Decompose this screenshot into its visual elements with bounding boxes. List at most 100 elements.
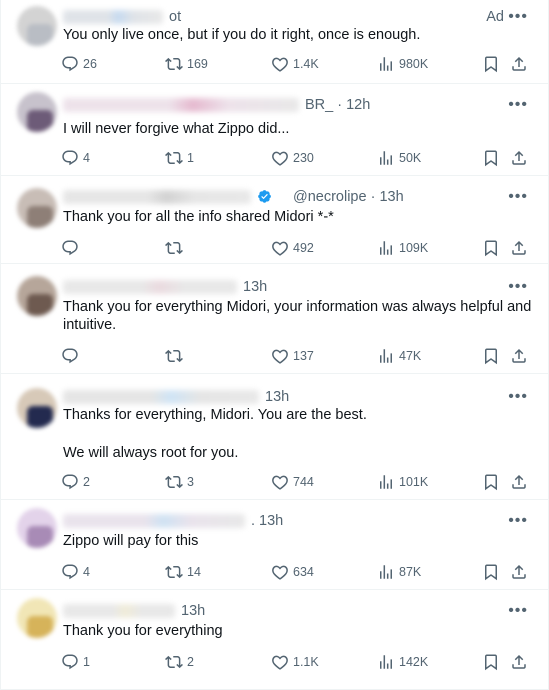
repost-button[interactable] bbox=[165, 238, 187, 258]
like-button[interactable]: 230 bbox=[271, 148, 314, 168]
tweet-handle-and-time[interactable]: 13h bbox=[181, 602, 205, 620]
share-button[interactable] bbox=[510, 652, 528, 672]
share-button[interactable] bbox=[510, 472, 528, 492]
bookmark-button[interactable] bbox=[482, 148, 500, 168]
avatar[interactable] bbox=[17, 92, 57, 132]
reply-button[interactable]: 2 bbox=[61, 472, 90, 492]
repost-count: 169 bbox=[187, 57, 208, 71]
share-button[interactable] bbox=[510, 148, 528, 168]
tweet-handle-and-time[interactable]: BR_ · 12h bbox=[305, 96, 370, 114]
bookmark-icon bbox=[482, 55, 500, 73]
bookmark-button[interactable] bbox=[482, 562, 500, 582]
share-button[interactable] bbox=[510, 346, 528, 366]
redacted-display-name bbox=[63, 98, 299, 112]
reply-button[interactable]: 26 bbox=[61, 54, 97, 74]
tweet-header: 13h bbox=[63, 388, 483, 408]
tweet-card[interactable]: 13h ••• Thank you for everything Midori, y… bbox=[1, 264, 548, 374]
reply-icon bbox=[61, 653, 79, 671]
tweet-handle-and-time[interactable]: @necrolipe · 13h bbox=[293, 188, 404, 206]
share-icon bbox=[510, 473, 528, 491]
avatar[interactable] bbox=[17, 188, 57, 228]
like-button[interactable]: 744 bbox=[271, 472, 314, 492]
bookmark-button[interactable] bbox=[482, 346, 500, 366]
bookmark-button[interactable] bbox=[482, 652, 500, 672]
repost-button[interactable]: 169 bbox=[165, 54, 208, 74]
redacted-display-name bbox=[63, 390, 259, 404]
tweet-card[interactable]: ot Ad ••• You only live once, but if you do… bbox=[1, 0, 548, 84]
reply-button[interactable]: 4 bbox=[61, 148, 90, 168]
views-button[interactable]: 109K bbox=[377, 238, 428, 258]
views-button[interactable]: 47K bbox=[377, 346, 421, 366]
reply-button[interactable]: 4 bbox=[61, 562, 90, 582]
like-button[interactable]: 137 bbox=[271, 346, 314, 366]
tweet-actions: 2 3 744 101K bbox=[61, 472, 536, 492]
tweet-handle-and-time[interactable]: 13h bbox=[265, 388, 289, 406]
timeline-feed[interactable]: ot Ad ••• You only live once, but if you do… bbox=[0, 0, 549, 690]
tweet-handle-and-time[interactable]: . 13h bbox=[251, 512, 283, 530]
views-button[interactable]: 980K bbox=[377, 54, 428, 74]
bookmark-button[interactable] bbox=[482, 472, 500, 492]
more-options-icon[interactable]: ••• bbox=[508, 603, 528, 619]
more-options-icon[interactable]: ••• bbox=[508, 97, 528, 113]
avatar-shape bbox=[27, 294, 53, 316]
tweet-handle-and-time[interactable]: ot bbox=[169, 8, 181, 26]
like-button[interactable]: 492 bbox=[271, 238, 314, 258]
repost-button[interactable]: 2 bbox=[165, 652, 194, 672]
tweet-actions: 4 14 634 87K bbox=[61, 562, 536, 582]
like-button[interactable]: 1.1K bbox=[271, 652, 319, 672]
reply-button[interactable]: 1 bbox=[61, 652, 90, 672]
tweet-text: I will never forgive what Zippo did... bbox=[63, 120, 533, 138]
views-button[interactable]: 87K bbox=[377, 562, 421, 582]
reply-icon bbox=[61, 563, 79, 581]
repost-button[interactable]: 14 bbox=[165, 562, 201, 582]
redacted-display-name bbox=[63, 604, 175, 618]
avatar-shape bbox=[27, 110, 53, 132]
tweet-text-paragraph: You only live once, but if you do it rig… bbox=[63, 27, 421, 43]
bar-chart-icon bbox=[377, 55, 395, 73]
reply-count: 26 bbox=[83, 57, 97, 71]
repost-icon bbox=[165, 473, 183, 491]
avatar[interactable] bbox=[17, 388, 57, 428]
share-button[interactable] bbox=[510, 238, 528, 258]
more-options-icon[interactable]: ••• bbox=[508, 9, 528, 25]
tweet-card[interactable]: BR_ · 12h ••• I will never forgive what Zi… bbox=[1, 84, 548, 176]
more-options-icon[interactable]: ••• bbox=[508, 389, 528, 405]
reply-button[interactable] bbox=[61, 346, 83, 366]
avatar-shape bbox=[27, 406, 53, 428]
bookmark-icon bbox=[482, 239, 500, 257]
tweet-card[interactable]: . 13h ••• Zippo will pay for this 4 14 634 87K bbox=[1, 500, 548, 590]
share-button[interactable] bbox=[510, 562, 528, 582]
tweet-actions: 137 47K bbox=[61, 346, 536, 366]
repost-button[interactable]: 3 bbox=[165, 472, 194, 492]
repost-button[interactable]: 1 bbox=[165, 148, 194, 168]
tweet-card[interactable]: 13h ••• Thanks for everything, Midori. You… bbox=[1, 374, 548, 500]
repost-count: 2 bbox=[187, 655, 194, 669]
tweet-text: Thanks for everything, Midori. You are t… bbox=[63, 406, 533, 462]
tweet-text-paragraph: Thank you for all the info shared Midori… bbox=[63, 209, 334, 225]
more-options-icon[interactable]: ••• bbox=[508, 189, 528, 205]
like-button[interactable]: 1.4K bbox=[271, 54, 319, 74]
tweet-card[interactable]: 13h ••• Thank you for everything 1 2 1.1K 142K bbox=[1, 590, 548, 690]
more-options-icon[interactable]: ••• bbox=[508, 279, 528, 295]
bookmark-button[interactable] bbox=[482, 238, 500, 258]
tweet-actions: 1 2 1.1K 142K bbox=[61, 652, 536, 672]
like-count: 492 bbox=[293, 241, 314, 255]
tweet-handle-and-time[interactable]: 13h bbox=[243, 278, 267, 296]
more-options-icon[interactable]: ••• bbox=[508, 513, 528, 529]
reply-button[interactable] bbox=[61, 238, 83, 258]
like-button[interactable]: 634 bbox=[271, 562, 314, 582]
bookmark-icon bbox=[482, 149, 500, 167]
avatar[interactable] bbox=[17, 276, 57, 316]
bookmark-button[interactable] bbox=[482, 54, 500, 74]
views-button[interactable]: 101K bbox=[377, 472, 428, 492]
share-button[interactable] bbox=[510, 54, 528, 74]
tweet-card[interactable]: @necrolipe · 13h ••• Thank you for all the… bbox=[1, 176, 548, 264]
avatar[interactable] bbox=[17, 6, 57, 46]
views-button[interactable]: 142K bbox=[377, 652, 428, 672]
views-button[interactable]: 50K bbox=[377, 148, 421, 168]
tweet-text-paragraph: Thanks for everything, Midori. You are t… bbox=[63, 407, 367, 423]
avatar[interactable] bbox=[17, 508, 57, 548]
reply-icon bbox=[61, 149, 79, 167]
avatar[interactable] bbox=[17, 598, 57, 638]
repost-button[interactable] bbox=[165, 346, 187, 366]
